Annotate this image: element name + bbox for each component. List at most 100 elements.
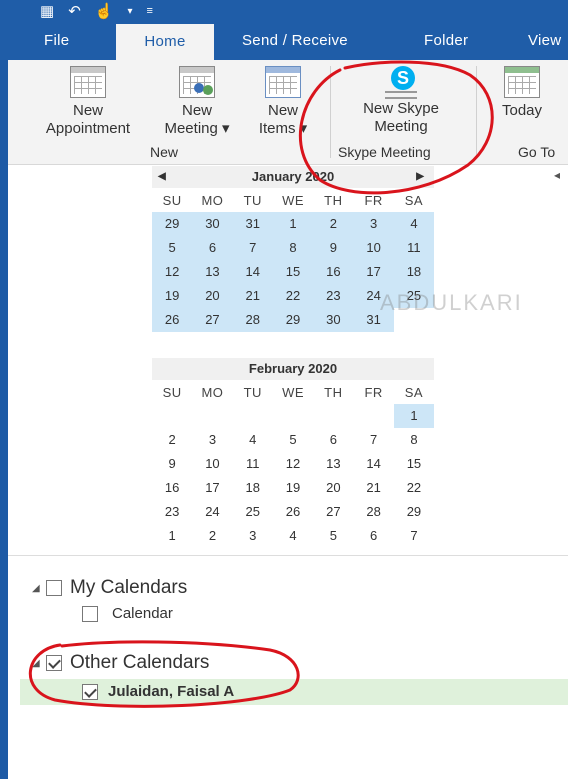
today-button[interactable]: Today <box>490 66 554 120</box>
day-cell[interactable]: 24 <box>192 500 232 524</box>
new-items-button[interactable]: New Items ▾ <box>248 66 318 138</box>
day-cell[interactable]: 5 <box>273 428 313 452</box>
day-cell[interactable]: 15 <box>394 452 434 476</box>
day-cell[interactable]: 13 <box>313 452 353 476</box>
day-cell[interactable]: 11 <box>233 452 273 476</box>
day-cell[interactable]: 1 <box>272 212 314 236</box>
day-cell[interactable]: 16 <box>152 476 192 500</box>
day-cell[interactable]: 10 <box>192 452 232 476</box>
calendar-item[interactable]: Calendar <box>82 605 173 622</box>
day-cell[interactable]: 23 <box>313 284 354 308</box>
day-cell[interactable]: 20 <box>192 284 233 308</box>
customize-toolbar-icon[interactable]: ≡ <box>146 5 152 17</box>
day-cell[interactable]: 10 <box>353 236 394 260</box>
touch-mode-icon[interactable]: ☝ <box>95 2 114 20</box>
day-cell[interactable]: 6 <box>353 524 393 548</box>
day-cell[interactable]: 3 <box>192 428 232 452</box>
day-cell[interactable]: 30 <box>192 212 233 236</box>
tab-home[interactable]: Home <box>116 24 214 60</box>
folder-group-other-calendars[interactable]: ◢ Other Calendars <box>32 652 209 674</box>
expand-triangle-icon[interactable]: ◢ <box>32 658 46 669</box>
day-cell[interactable]: 28 <box>232 308 273 332</box>
dow-label: TU <box>243 384 262 400</box>
day-cell[interactable]: 31 <box>232 212 273 236</box>
day-cell[interactable]: 7 <box>353 428 393 452</box>
other-calendars-checkbox[interactable] <box>46 655 62 671</box>
day-cell[interactable]: 4 <box>273 524 313 548</box>
previous-month-icon[interactable]: ◀ <box>158 166 166 188</box>
day-cell[interactable]: 16 <box>313 260 354 284</box>
day-cell[interactable]: 2 <box>192 524 232 548</box>
day-cell[interactable]: 8 <box>272 236 314 260</box>
my-calendars-checkbox[interactable] <box>46 580 62 596</box>
day-cell[interactable]: 27 <box>192 308 233 332</box>
day-cell[interactable]: 22 <box>394 476 434 500</box>
day-cell[interactable]: 18 <box>393 260 435 284</box>
day-cell[interactable]: 9 <box>152 452 192 476</box>
folder-group-label: My Calendars <box>70 577 188 598</box>
day-cell[interactable]: 15 <box>272 260 314 284</box>
day-cell[interactable]: 18 <box>233 476 273 500</box>
tab-view[interactable]: View <box>528 22 561 60</box>
shared-calendar-checkbox[interactable] <box>82 683 98 700</box>
new-meeting-button[interactable]: New Meeting ▾ <box>154 66 240 138</box>
shared-calendar-item[interactable]: Julaidan, Faisal A <box>82 683 234 700</box>
new-items-label-1: New <box>267 102 298 119</box>
day-cell[interactable]: 6 <box>313 428 353 452</box>
day-cell[interactable]: 19 <box>152 284 193 308</box>
day-cell[interactable]: 2 <box>152 428 192 452</box>
day-cell[interactable]: 12 <box>273 452 313 476</box>
day-cell[interactable]: 3 <box>233 524 273 548</box>
day-cell[interactable]: 2 <box>313 212 354 236</box>
day-cell[interactable]: 4 <box>233 428 273 452</box>
day-cell[interactable]: 5 <box>152 236 193 260</box>
day-cell[interactable]: 14 <box>232 260 273 284</box>
day-cell[interactable]: 4 <box>393 212 435 236</box>
new-appointment-button[interactable]: New Appointment <box>20 66 156 138</box>
day-cell[interactable]: 8 <box>394 428 434 452</box>
day-cell[interactable]: 11 <box>393 236 435 260</box>
next-month-icon[interactable]: ▶ <box>416 166 424 188</box>
day-cell[interactable]: 26 <box>152 308 193 332</box>
calendar-checkbox[interactable] <box>82 605 98 622</box>
day-cell[interactable]: 30 <box>313 308 354 332</box>
day-cell[interactable]: 27 <box>313 500 353 524</box>
day-cell[interactable]: 17 <box>353 260 394 284</box>
dow-label: FR <box>364 384 383 400</box>
day-cell[interactable]: 12 <box>152 260 193 284</box>
day-cell[interactable]: 23 <box>152 500 192 524</box>
day-cell[interactable]: 29 <box>394 500 434 524</box>
day-cell[interactable]: 1 <box>152 524 192 548</box>
scroll-left-icon[interactable]: ◂ <box>554 168 560 182</box>
day-cell[interactable]: 29 <box>272 308 314 332</box>
day-cell[interactable]: 28 <box>353 500 393 524</box>
tab-send-receive[interactable]: Send / Receive <box>242 22 348 60</box>
day-cell[interactable]: 1 <box>393 404 435 428</box>
day-cell[interactable]: 20 <box>313 476 353 500</box>
day-cell[interactable]: 17 <box>192 476 232 500</box>
new-skype-meeting-button[interactable]: S New Skype Meeting <box>336 66 466 136</box>
expand-triangle-icon[interactable]: ◢ <box>32 583 46 594</box>
day-cell[interactable]: 26 <box>273 500 313 524</box>
day-cell[interactable]: 5 <box>313 524 353 548</box>
day-cell <box>353 404 393 428</box>
day-cell[interactable]: 21 <box>353 476 393 500</box>
day-cell[interactable]: 7 <box>232 236 273 260</box>
day-cell[interactable]: 21 <box>232 284 273 308</box>
tab-folder[interactable]: Folder <box>424 22 468 60</box>
day-cell[interactable]: 6 <box>192 236 233 260</box>
day-cell[interactable]: 19 <box>273 476 313 500</box>
folder-group-my-calendars[interactable]: ◢ My Calendars <box>32 577 187 599</box>
day-cell[interactable]: 9 <box>313 236 354 260</box>
day-cell[interactable]: 25 <box>233 500 273 524</box>
undo-icon[interactable]: ↶ <box>68 2 81 20</box>
day-cell[interactable]: 13 <box>192 260 233 284</box>
tab-file[interactable]: File <box>44 22 69 60</box>
day-cell[interactable]: 14 <box>353 452 393 476</box>
day-cell[interactable]: 7 <box>394 524 434 548</box>
send-receive-icon[interactable]: ▦ <box>40 2 54 20</box>
day-cell[interactable]: 3 <box>353 212 394 236</box>
day-cell[interactable]: 22 <box>272 284 314 308</box>
day-cell[interactable]: 29 <box>152 212 193 236</box>
chevron-down-icon[interactable]: ▾ <box>127 6 132 17</box>
